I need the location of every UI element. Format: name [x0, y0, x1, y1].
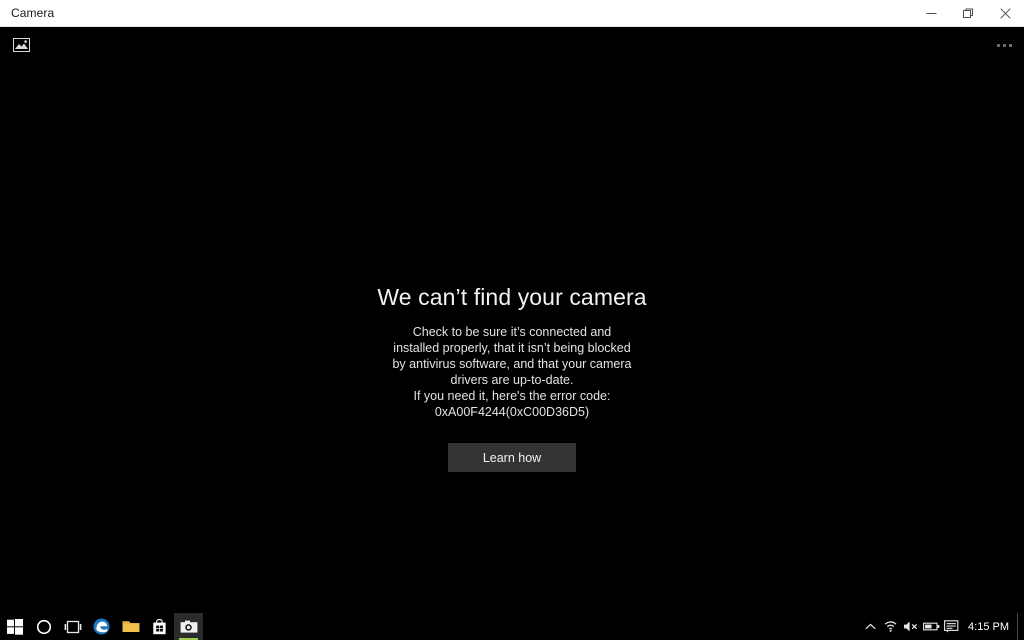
close-icon: [1000, 7, 1011, 19]
error-description-line: Check to be sure it’s connected and: [412, 325, 612, 339]
battery-button[interactable]: [921, 613, 941, 640]
restore-button[interactable]: [950, 0, 987, 26]
folder-icon: [122, 621, 139, 632]
show-hidden-icons-button[interactable]: [859, 613, 881, 640]
windows-logo-icon: [6, 618, 23, 635]
learn-how-button[interactable]: Learn how: [448, 443, 576, 472]
battery-icon: [922, 622, 939, 631]
ellipsis-dot: [1002, 43, 1006, 47]
title-bar[interactable]: Camera: [0, 0, 1024, 27]
store-button[interactable]: [145, 613, 174, 640]
action-center-icon: [943, 619, 958, 633]
error-description-line: If you need it, here's the error code:: [413, 389, 611, 403]
store-bag-icon: [153, 618, 166, 634]
camera-app-window: Camera We can’t find your camera Check t…: [0, 0, 1024, 640]
camera-error-message: We can’t find your camera Check to be su…: [0, 282, 1024, 472]
minimize-icon: [926, 12, 937, 14]
show-desktop-button[interactable]: [1017, 613, 1024, 640]
error-description-line: installed properly, that it isn’t being …: [393, 341, 631, 355]
error-heading: We can’t find your camera: [377, 284, 647, 310]
action-center-button[interactable]: [941, 613, 961, 640]
volume-button[interactable]: [901, 613, 921, 640]
system-tray: 4:15 PM: [859, 613, 1024, 640]
error-code: 0xA00F4244(0xC00D36D5): [434, 405, 590, 419]
task-view-icon: [64, 620, 81, 633]
edge-icon: [93, 618, 110, 635]
cortana-circle-icon: [36, 619, 51, 634]
error-description-line: drivers are up-to-date.: [450, 373, 574, 387]
close-button[interactable]: [987, 0, 1024, 26]
cortana-search-button[interactable]: [29, 613, 58, 640]
file-explorer-button[interactable]: [116, 613, 145, 640]
more-options-button[interactable]: [993, 34, 1015, 56]
taskbar: 4:15 PM: [0, 613, 1024, 640]
taskbar-items: [0, 613, 203, 640]
window-title: Camera: [11, 6, 55, 20]
restore-icon: [963, 8, 973, 18]
taskbar-spacer: [203, 613, 859, 640]
chevron-up-icon: [864, 623, 876, 629]
wifi-icon: [884, 621, 896, 632]
window-controls: [913, 0, 1024, 26]
camera-icon: [180, 620, 197, 633]
ellipsis-dot: [1008, 43, 1012, 47]
edge-button[interactable]: [87, 613, 116, 640]
clock[interactable]: 4:15 PM: [961, 613, 1017, 640]
ellipsis-dot: [996, 43, 1000, 47]
error-description-line: by antivirus software, and that your cam…: [392, 357, 632, 371]
error-description: Check to be sure it’s connected and inst…: [0, 324, 1024, 420]
camera-taskbar-button[interactable]: [174, 613, 203, 640]
wifi-button[interactable]: [881, 613, 901, 640]
photo-gallery-icon: [12, 38, 30, 52]
task-view-button[interactable]: [58, 613, 87, 640]
gallery-button[interactable]: [8, 33, 34, 57]
speaker-muted-icon: [904, 621, 918, 632]
camera-viewfinder-area: We can’t find your camera Check to be su…: [0, 27, 1024, 613]
start-button[interactable]: [0, 613, 29, 640]
app-toolbar: [0, 27, 1024, 63]
minimize-button[interactable]: [913, 0, 950, 26]
